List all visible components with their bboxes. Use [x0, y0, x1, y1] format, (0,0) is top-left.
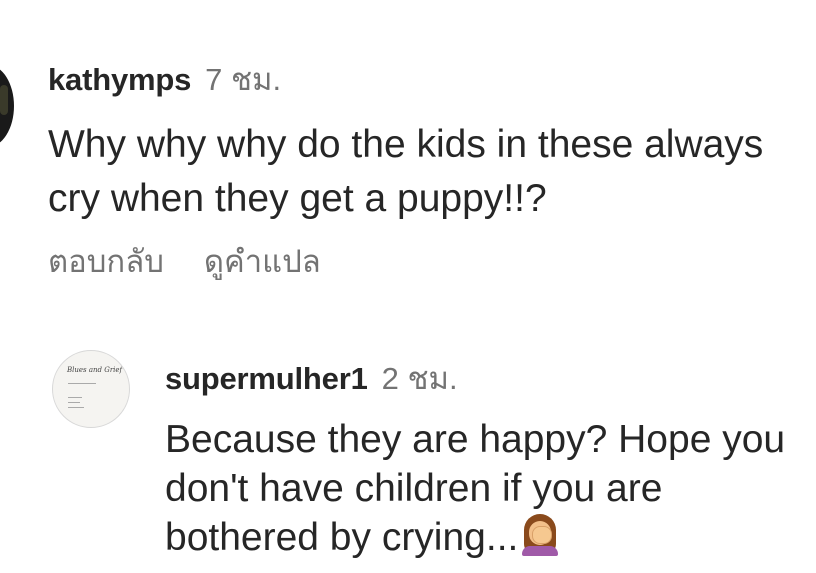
comment-header: kathymps 7 ชม. [48, 54, 281, 104]
reply-button[interactable]: ตอบกลับ [48, 244, 164, 279]
avatar-line [68, 397, 82, 398]
facepalm-woman-icon [520, 514, 560, 556]
timestamp: 7 ชม. [205, 62, 282, 97]
comment-actions: ตอบกลับ ดูคำแปล [48, 236, 321, 286]
see-translation-button[interactable]: ดูคำแปล [204, 244, 321, 279]
avatar-detail [0, 85, 8, 115]
avatar-line [68, 407, 84, 408]
avatar[interactable]: Blues and Grief [52, 350, 130, 428]
username-link[interactable]: kathymps [48, 62, 191, 97]
avatar-title: Blues and Grief [67, 366, 123, 374]
comment-header: supermulher1 2 ชม. [165, 353, 458, 403]
timestamp: 2 ชม. [381, 361, 458, 396]
avatar-line [68, 383, 96, 384]
avatar[interactable] [0, 65, 14, 147]
avatar-line [68, 402, 80, 403]
comment-text: Because they are happy? Hope you don't h… [165, 418, 786, 559]
username-link[interactable]: supermulher1 [165, 361, 368, 396]
comment-text-container: Because they are happy? Hope you don't h… [165, 415, 805, 562]
comment-text: Why why why do the kids in these always … [48, 123, 764, 220]
